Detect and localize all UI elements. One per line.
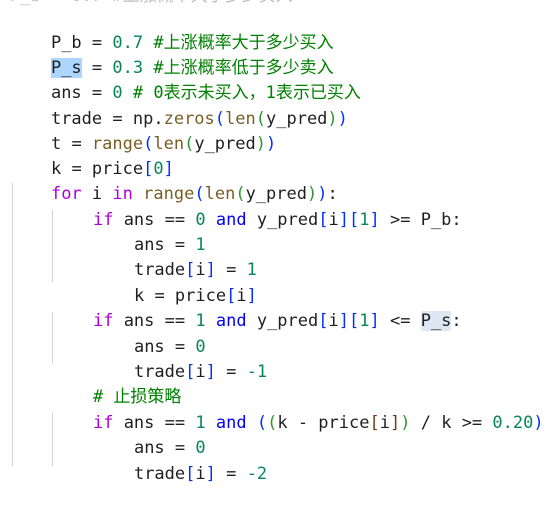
code-line-13[interactable]: ans = 0 [93, 310, 206, 357]
var-i: i [328, 311, 339, 331]
var-k: k [277, 413, 288, 433]
keyword-and: and [215, 413, 247, 433]
paren-open: ( [256, 413, 268, 433]
var-p-s-occurrence: P_s [420, 311, 452, 331]
keyword-and: and [215, 210, 247, 230]
bracket-open: [ [318, 311, 329, 331]
var-i: i [195, 362, 206, 382]
paren-open: ( [267, 413, 278, 433]
var-k: k [441, 413, 452, 433]
number-literal: -1 [246, 362, 268, 382]
code-line-1[interactable]: P_b = 0.7 #上涨概率大于多少买入 [10, 6, 334, 53]
var-y-pred: y_pred [256, 210, 319, 230]
code-line-9[interactable]: ans = 1 [93, 208, 206, 255]
code-line-10[interactable]: trade[i] = 1 [93, 233, 257, 280]
bracket-close: ] [205, 362, 216, 382]
code-line-12[interactable]: if ans == 1 and y_pred[i][1] <= P_s: [52, 284, 462, 331]
bracket-close: ] [205, 464, 216, 484]
bracket-open: [ [185, 362, 196, 382]
keyword-and: and [215, 311, 247, 331]
le-op: <= [379, 311, 421, 331]
var-i: i [379, 413, 390, 433]
code-line-15[interactable]: # 止损策略 [52, 360, 181, 407]
bracket-open: [ [185, 464, 196, 484]
paren-close: ) [400, 413, 411, 433]
paren-close: ) [255, 134, 266, 154]
code-line-5[interactable]: t = range(len(y_pred)) [10, 107, 276, 154]
var-trade: trade [133, 464, 186, 484]
number-literal: 1 [359, 311, 370, 331]
bracket-close: ] [389, 413, 401, 433]
bracket-close: ] [338, 311, 349, 331]
code-line-6[interactable]: k = price[0] [10, 132, 174, 179]
paren-close: ) [533, 413, 544, 433]
var-p-b: P_b [420, 210, 452, 230]
colon: : [451, 210, 462, 230]
number-literal: 1 [359, 210, 370, 230]
var-i: i [195, 464, 206, 484]
paren-close: ) [266, 134, 277, 154]
code-line-18[interactable]: trade[i] = -2 [93, 437, 267, 484]
code-editor[interactable]: P_b = 0.7 #上涨概率大于多少买入 P_b = 0.7 #上涨概率大于多… [0, 0, 546, 484]
code-line-3[interactable]: ans = 0 # 0表示未买入，1表示已买入 [10, 56, 361, 103]
number-literal: 0.20 [492, 413, 534, 433]
code-line-11[interactable]: k = price[i] [93, 259, 257, 306]
assign-op: = [215, 464, 247, 484]
assign-op: = [215, 362, 247, 382]
var-price: price [318, 413, 370, 433]
bracket-close: ] [369, 210, 380, 230]
var-y-pred: y_pred [194, 134, 256, 154]
paren-close: ) [337, 109, 348, 129]
code-line-17[interactable]: ans = 0 [93, 411, 206, 458]
paren-close: ) [327, 109, 338, 129]
var-i: i [328, 210, 339, 230]
bracket-close: ] [369, 311, 380, 331]
code-line-7[interactable]: for i in range(len(y_pred)): [10, 157, 338, 204]
minus-op: - [287, 413, 319, 433]
code-line-14[interactable]: trade[i] = -1 [93, 335, 267, 382]
paren-open: ( [184, 134, 195, 154]
bracket-open: [ [369, 413, 380, 433]
ge-op: >= [379, 210, 421, 230]
colon: : [451, 311, 462, 331]
number-literal: -2 [246, 464, 268, 484]
bracket-open: [ [349, 311, 360, 331]
bracket-open: [ [318, 210, 329, 230]
bracket-open: [ [349, 210, 360, 230]
div-op: / [410, 413, 442, 433]
code-line-16[interactable]: if ans == 1 and ((k - price[i]) / k >= 0… [52, 386, 546, 433]
code-line-2[interactable]: P_s = 0.3 #上涨概率低于多少卖入 [10, 31, 334, 78]
ge-op: >= [451, 413, 493, 433]
code-line-8[interactable]: if ans == 0 and y_pred[i][1] >= P_b: [52, 183, 462, 230]
bracket-close: ] [338, 210, 349, 230]
code-line-4[interactable]: trade = np.zeros(len(y_pred)) [10, 82, 348, 129]
var-y-pred: y_pred [256, 311, 319, 331]
